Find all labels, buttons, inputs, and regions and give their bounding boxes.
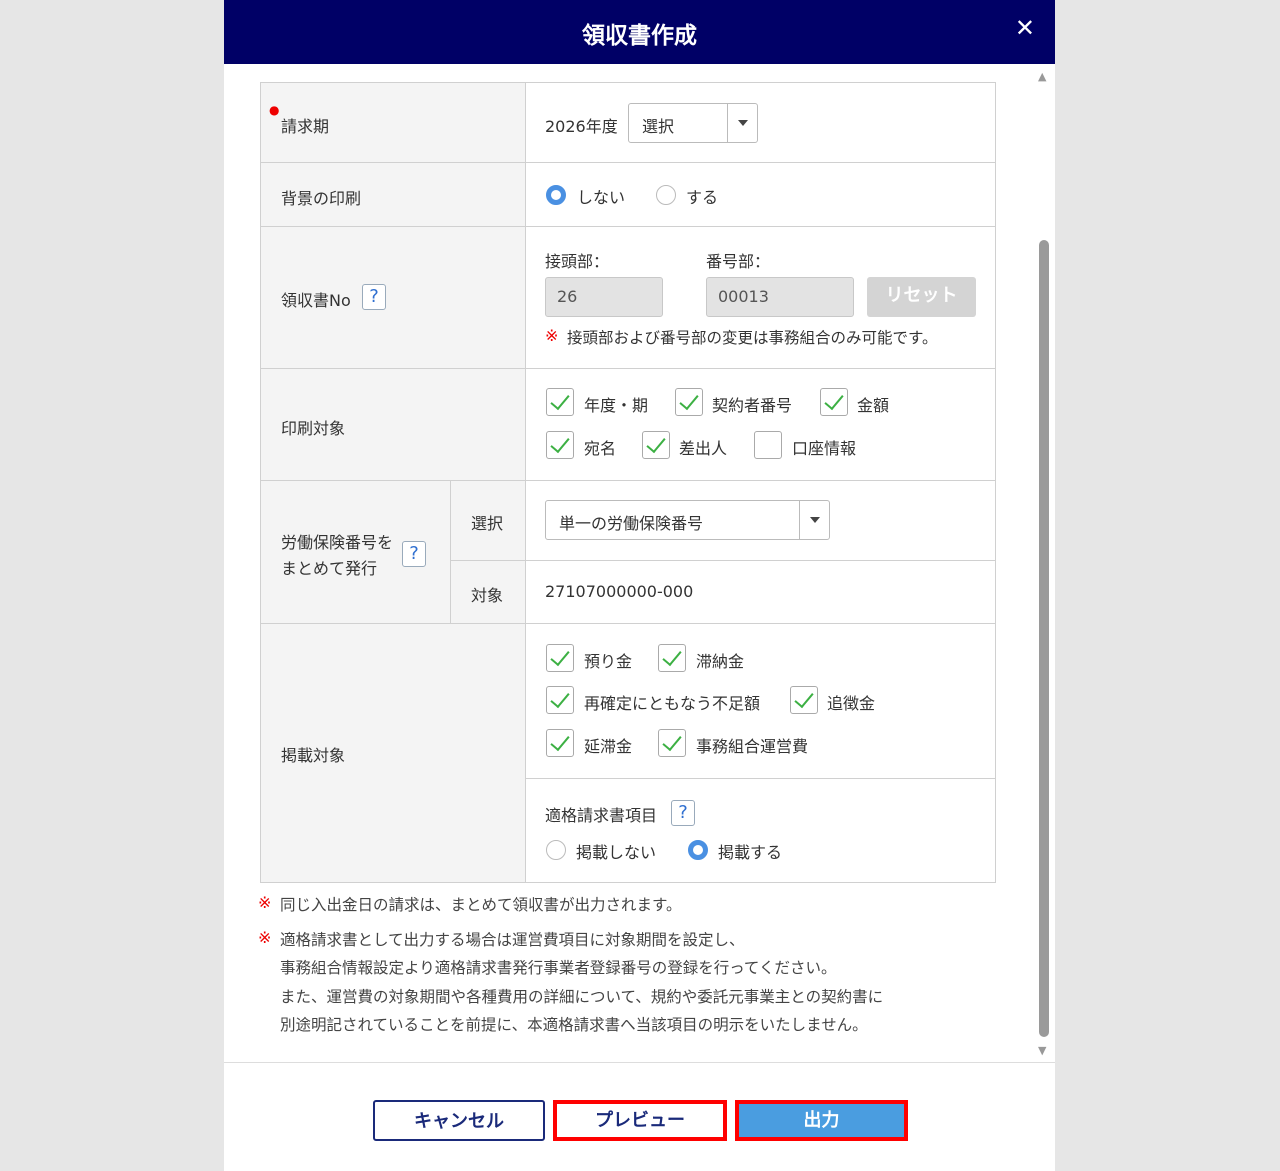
checkbox-shortfall[interactable]	[546, 686, 574, 714]
select-value: 選択	[642, 117, 675, 136]
target-label: 対象	[471, 586, 504, 605]
label-background-print: 背景の印刷	[260, 162, 526, 227]
checkbox-label: 差出人	[679, 439, 728, 458]
note-mark: ※	[258, 893, 272, 912]
preview-button[interactable]: プレビュー	[553, 1100, 727, 1141]
invoice-label: 適格請求書項目	[545, 806, 658, 825]
print-target-cell: 年度・期 契約者番号 金額 宛名 差出人 口座情報	[525, 368, 996, 481]
label-receipt-no: 領収書No ?	[260, 226, 526, 369]
label-labor-insurance: 労働保険番号を まとめて発行 ?	[260, 480, 451, 624]
checkbox-label: 事務組合運営費	[696, 737, 809, 756]
radio-not-list[interactable]	[546, 840, 566, 860]
chevron-down-icon	[727, 104, 757, 142]
checkbox-surcharge[interactable]	[790, 686, 818, 714]
checkbox-label: 口座情報	[792, 439, 857, 458]
number-label: 番号部：	[706, 252, 771, 271]
invoice-item-cell: 適格請求書項目 ? 掲載しない 掲載する	[525, 778, 996, 883]
reset-button[interactable]: リセット	[867, 277, 976, 317]
checkbox-addressee[interactable]	[546, 431, 574, 459]
note-2-line: また、運営費の対象期間や各種費用の詳細について、規約や委託元事業主との契約書に	[280, 988, 884, 1006]
scroll-down-icon[interactable]: ▼	[1038, 1044, 1050, 1057]
help-icon[interactable]: ?	[362, 284, 386, 310]
checkbox-year-period[interactable]	[546, 388, 574, 416]
radio-no-print[interactable]	[546, 185, 566, 205]
select-value: 単一の労働保険番号	[559, 514, 704, 533]
checkbox-label: 契約者番号	[712, 396, 793, 415]
labor-insurance-label: まとめて発行	[281, 559, 378, 578]
chevron-down-icon	[799, 501, 829, 539]
prefix-label: 接頭部：	[545, 252, 610, 271]
label-select: 選択	[450, 480, 526, 561]
help-icon[interactable]: ?	[402, 541, 426, 567]
listing-target-label: 掲載対象	[281, 746, 346, 765]
target-cell: 27107000000-000	[525, 560, 996, 624]
label-target: 対象	[450, 560, 526, 624]
labor-insurance-label: 労働保険番号を	[281, 533, 394, 552]
output-button[interactable]: 出力	[735, 1100, 908, 1141]
radio-label: する	[686, 188, 719, 207]
radio-label: しない	[577, 188, 626, 207]
dialog-title: 領収書作成	[582, 23, 697, 49]
prefix-input[interactable]: 26	[545, 277, 663, 317]
scroll-up-icon[interactable]: ▲	[1038, 70, 1050, 83]
checkbox-label: 延滞金	[584, 737, 633, 756]
listing-target-cell: 預り金 滞納金 再確定にともなう不足額 追徴金 延滞金 事務組合運営費	[525, 623, 996, 779]
billing-period-cell: 2026年度 選択	[525, 82, 996, 163]
labor-insurance-select[interactable]: 単一の労働保険番号	[545, 500, 830, 540]
note-2-line: 別途明記されていることを前提に、本適格請求書へ当該項目の明示をいたしません。	[280, 1016, 868, 1034]
checkbox-label: 金額	[857, 396, 890, 415]
label-billing-period: ● 請求期	[260, 82, 526, 163]
target-value: 27107000000-000	[545, 582, 694, 601]
checkbox-contractor-no[interactable]	[675, 388, 703, 416]
dialog-header: 領収書作成 ✕	[224, 0, 1055, 64]
note-2-line: 事務組合情報設定より適格請求書発行事業者登録番号の登録を行ってください。	[280, 959, 837, 977]
note-2-line: 適格請求書として出力する場合は運営費項目に対象期間を設定し、	[280, 931, 745, 949]
checkbox-label: 滞納金	[696, 652, 745, 671]
scrollbar-thumb[interactable]	[1039, 240, 1049, 1037]
note-1: 同じ入出金日の請求は、まとめて領収書が出力されます。	[280, 896, 682, 914]
checkbox-account-info[interactable]	[754, 431, 782, 459]
fiscal-year: 2026年度	[545, 117, 618, 136]
print-target-label: 印刷対象	[281, 419, 346, 438]
labor-insurance-select-cell: 単一の労働保険番号	[525, 480, 996, 561]
checkbox-label: 追徴金	[827, 694, 876, 713]
footer-divider	[224, 1062, 1055, 1063]
radio-label: 掲載する	[718, 843, 783, 862]
billing-period-label: 請求期	[281, 117, 330, 136]
cancel-button[interactable]: キャンセル	[373, 1100, 545, 1141]
receipt-no-note: 接頭部および番号部の変更は事務組合のみ可能です。	[567, 329, 938, 347]
receipt-dialog: 領収書作成 ✕ ● 請求期 2026年度 選択 背景の印刷 しない する 領収書…	[224, 0, 1055, 1171]
label-listing-target: 掲載対象	[260, 623, 526, 883]
checkbox-label: 宛名	[584, 439, 617, 458]
note-mark: ※	[258, 928, 272, 947]
select-label: 選択	[471, 514, 504, 533]
billing-period-select[interactable]: 選択	[628, 103, 758, 143]
number-input[interactable]: 00013	[706, 277, 854, 317]
close-icon[interactable]: ✕	[1015, 14, 1035, 42]
checkbox-late-fee[interactable]	[546, 729, 574, 757]
background-print-cell: しない する	[525, 162, 996, 227]
radio-label: 掲載しない	[576, 843, 657, 862]
checkbox-label: 再確定にともなう不足額	[584, 694, 761, 713]
checkbox-arrears[interactable]	[658, 644, 686, 672]
help-icon[interactable]: ?	[671, 800, 695, 826]
receipt-no-cell: 接頭部： 番号部： 26 00013 リセット ※ 接頭部および番号部の変更は事…	[525, 226, 996, 369]
receipt-no-label: 領収書No	[281, 291, 351, 310]
checkbox-amount[interactable]	[820, 388, 848, 416]
note-mark: ※	[545, 326, 559, 345]
radio-list[interactable]	[688, 840, 708, 860]
checkbox-label: 預り金	[584, 652, 633, 671]
checkbox-sender[interactable]	[642, 431, 670, 459]
radio-print[interactable]	[656, 185, 676, 205]
checkbox-operating-cost[interactable]	[658, 729, 686, 757]
checkbox-deposit[interactable]	[546, 644, 574, 672]
background-print-label: 背景の印刷	[281, 189, 362, 208]
checkbox-label: 年度・期	[584, 396, 649, 415]
label-print-target: 印刷対象	[260, 368, 526, 481]
